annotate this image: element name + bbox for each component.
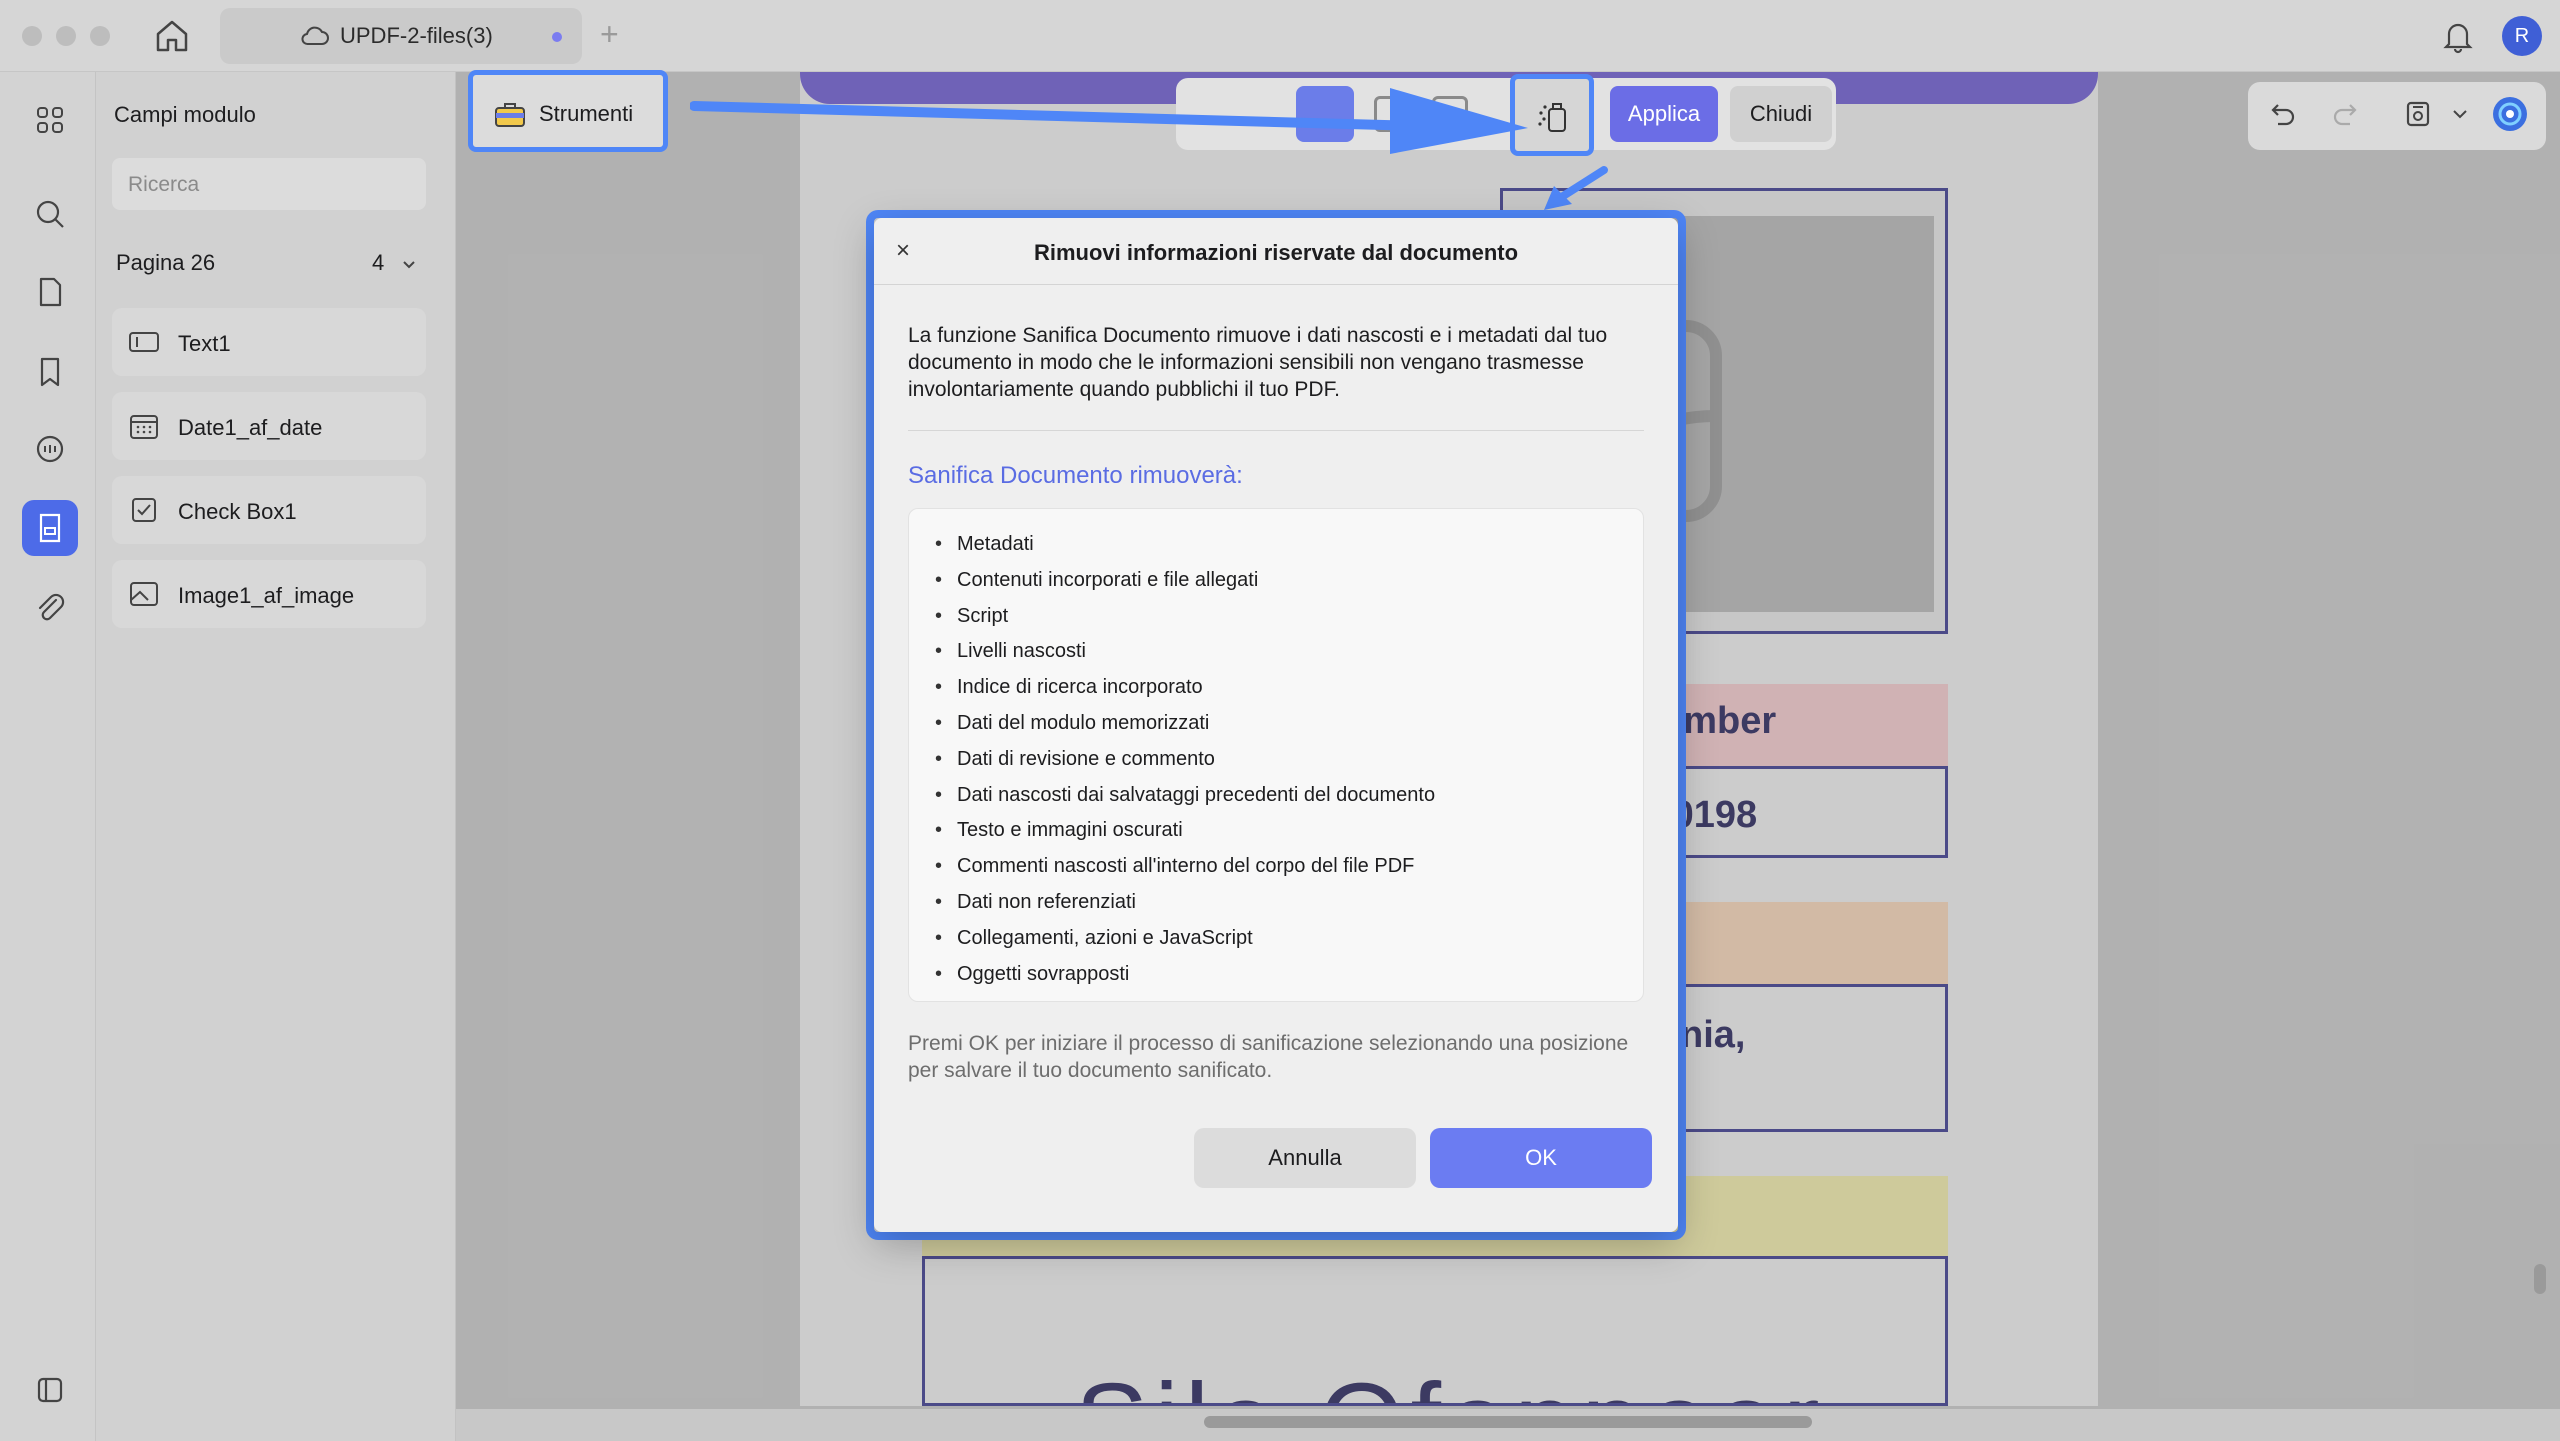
annotation-arrow bbox=[690, 88, 1528, 154]
form-field-label: Text1 bbox=[178, 331, 231, 356]
dialog-subtitle: Sanifica Documento rimuoverà: bbox=[908, 462, 1243, 489]
page-icon[interactable] bbox=[22, 264, 78, 320]
bookmark-icon[interactable] bbox=[22, 344, 78, 400]
save-icon[interactable] bbox=[2402, 98, 2434, 130]
form-field-item[interactable]: Date1_af_date bbox=[112, 392, 426, 460]
list-item: Testo e immagini oscurati bbox=[935, 813, 1643, 849]
page-field-count: 4 bbox=[372, 250, 385, 275]
sidebar-toggle-icon[interactable] bbox=[22, 1362, 78, 1418]
dialog-description: La funzione Sanifica Documento rimuove i… bbox=[908, 324, 1608, 401]
redo-icon[interactable] bbox=[2330, 98, 2362, 130]
list-item: Livelli nascosti bbox=[935, 634, 1643, 670]
toolbox-icon bbox=[495, 103, 525, 127]
form-field-item[interactable]: Text1 bbox=[112, 308, 426, 376]
tools-button[interactable]: Strumenti bbox=[468, 70, 668, 152]
apply-button[interactable]: Applica bbox=[1610, 86, 1718, 142]
title-bar: UPDF-2-files(3) + R bbox=[0, 0, 2560, 72]
dialog-title: Rimuovi informazioni riservate dal docum… bbox=[1033, 240, 1519, 265]
list-item: Contenuti incorporati e file allegati bbox=[935, 563, 1643, 599]
chevron-down-icon[interactable] bbox=[400, 256, 418, 274]
search-icon[interactable] bbox=[22, 186, 78, 242]
horizontal-scrollbar[interactable] bbox=[1204, 1416, 1812, 1428]
window-zoom-button[interactable] bbox=[90, 26, 110, 46]
ok-button[interactable]: OK bbox=[1430, 1128, 1652, 1188]
removal-list: Metadati Contenuti incorporati e file al… bbox=[908, 508, 1644, 1002]
list-item: Dati di revisione e commento bbox=[935, 742, 1643, 778]
form-field-label: Image1_af_image bbox=[178, 583, 355, 608]
cloud-icon bbox=[300, 24, 330, 48]
document-tab[interactable]: UPDF-2-files(3) bbox=[220, 8, 582, 64]
home-icon[interactable] bbox=[152, 16, 192, 56]
divider bbox=[908, 430, 1644, 431]
panel-title: Campi modulo bbox=[114, 102, 256, 127]
left-rail bbox=[0, 72, 96, 1441]
list-item: Metadati bbox=[935, 527, 1643, 563]
list-item: Dati non referenziati bbox=[935, 885, 1643, 921]
undo-icon[interactable] bbox=[2266, 98, 2298, 130]
apps-grid-icon[interactable] bbox=[22, 92, 78, 148]
page-group-header[interactable]: Pagina 26 4 bbox=[116, 250, 426, 282]
divider bbox=[874, 284, 1678, 285]
form-field-item[interactable]: Image1_af_image bbox=[112, 560, 426, 628]
annotation-arrow bbox=[1544, 166, 1608, 210]
form-icon[interactable] bbox=[22, 500, 78, 556]
calendar-icon bbox=[130, 415, 158, 439]
search-input[interactable]: Ricerca bbox=[112, 158, 426, 210]
list-item: Commenti nascosti all'interno del corpo … bbox=[935, 849, 1643, 885]
ai-assistant-icon[interactable] bbox=[2490, 94, 2530, 134]
form-field-item[interactable]: Check Box1 bbox=[112, 476, 426, 544]
unsaved-dot bbox=[552, 32, 562, 42]
attachment-icon[interactable] bbox=[22, 580, 78, 636]
avatar[interactable]: R bbox=[2502, 16, 2542, 56]
list-item: Dati nascosti dai salvataggi precedenti … bbox=[935, 778, 1643, 814]
text-field-icon bbox=[129, 332, 159, 352]
list-item: Dati del modulo memorizzati bbox=[935, 706, 1643, 742]
bell-icon[interactable] bbox=[2440, 18, 2476, 54]
form-field-label: Date1_af_date bbox=[178, 415, 323, 440]
document-tab-title: UPDF-2-files(3) bbox=[340, 23, 493, 48]
window-close-button[interactable] bbox=[22, 26, 42, 46]
chevron-down-icon[interactable] bbox=[2450, 98, 2470, 130]
vertical-scrollbar[interactable] bbox=[2534, 1264, 2546, 1294]
add-tab-button[interactable]: + bbox=[600, 14, 619, 54]
comment-icon[interactable] bbox=[22, 422, 78, 478]
sanitize-icon bbox=[1538, 103, 1566, 132]
search-placeholder: Ricerca bbox=[128, 173, 200, 196]
cancel-button[interactable]: Annulla bbox=[1194, 1128, 1416, 1188]
form-fields-panel: Campi modulo Ricerca Pagina 26 4 Text1 D… bbox=[96, 72, 456, 1441]
checkbox-icon bbox=[132, 498, 156, 522]
image-icon bbox=[130, 582, 158, 606]
tools-label: Strumenti bbox=[539, 101, 634, 126]
list-item: Script bbox=[935, 599, 1643, 635]
form-field-label: Check Box1 bbox=[178, 499, 297, 524]
list-item: Collegamenti, azioni e JavaScript bbox=[935, 921, 1643, 957]
page-label: Pagina 26 bbox=[116, 250, 216, 275]
window-minimize-button[interactable] bbox=[56, 26, 76, 46]
sanitize-dialog: × Rimuovi informazioni riservate dal doc… bbox=[874, 218, 1678, 1232]
list-item: Indice di ricerca incorporato bbox=[935, 670, 1643, 706]
dialog-note: Premi OK per iniziare il processo di san… bbox=[908, 1032, 1629, 1082]
close-button[interactable]: Chiudi bbox=[1730, 86, 1832, 142]
list-item: Oggetti sovrapposti bbox=[935, 957, 1643, 993]
